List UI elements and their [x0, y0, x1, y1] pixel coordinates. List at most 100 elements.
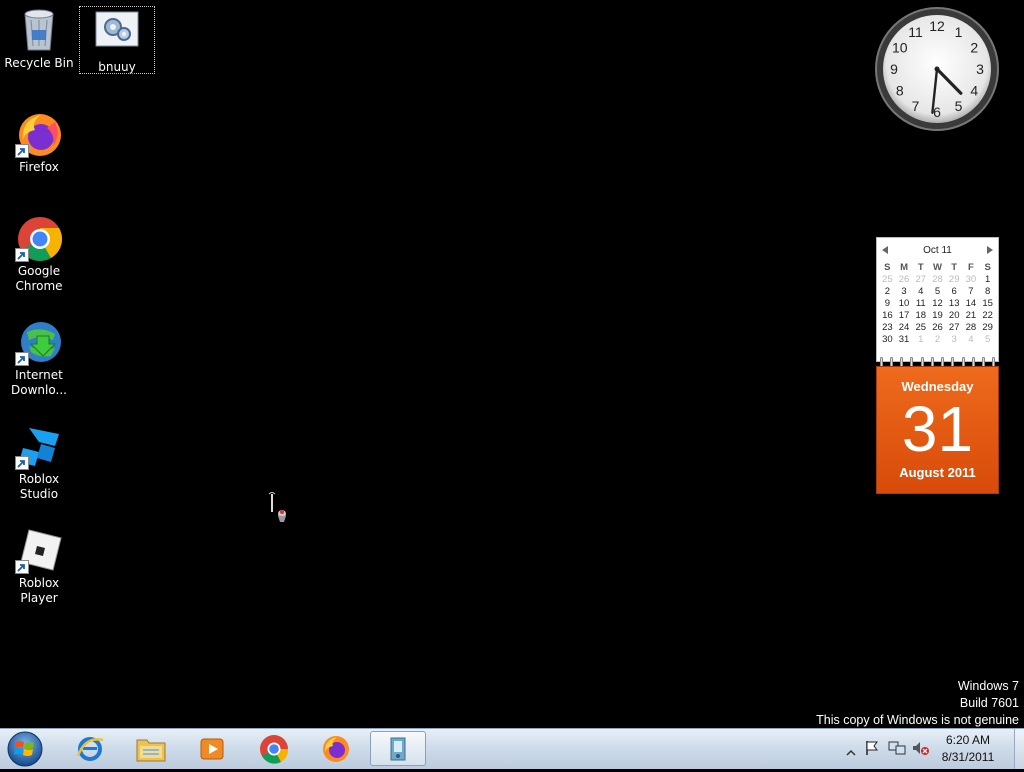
calendar-date-cell[interactable]: 8	[979, 286, 996, 297]
shortcut-arrow-icon	[15, 560, 29, 574]
taskbar-google-chrome[interactable]	[246, 731, 302, 766]
calendar-day-view[interactable]: Wednesday 31 August 2011	[876, 366, 999, 494]
calendar-date-cell[interactable]: 26	[929, 322, 946, 333]
desktop-icon-roblox-studio[interactable]: Roblox Studio	[0, 422, 78, 502]
calendar-date-cell[interactable]: 29	[946, 274, 963, 285]
calendar-date-cell[interactable]: 5	[979, 334, 996, 345]
desktop-icon-google-chrome[interactable]: Google Chrome	[0, 214, 78, 294]
clock-numeral: 10	[892, 40, 908, 56]
calendar-date-cell[interactable]: 28	[929, 274, 946, 285]
clock-numeral: 2	[970, 40, 978, 56]
calendar-date-cell[interactable]: 27	[912, 274, 929, 285]
calendar-date-cell[interactable]: 4	[912, 286, 929, 297]
calendar-date-cell[interactable]: 25	[912, 322, 929, 333]
calendar-date-cell[interactable]: 31	[896, 334, 913, 345]
calendar-date-cell[interactable]: 24	[896, 322, 913, 333]
recycle-bin-icon	[15, 6, 63, 54]
calendar-date-cell[interactable]: 20	[946, 310, 963, 321]
calendar-date-cell[interactable]: 29	[979, 322, 996, 333]
calendar-date-cell[interactable]: 7	[963, 286, 980, 297]
calendar-date-cell[interactable]: 28	[963, 322, 980, 333]
mouse-cursor-icon	[268, 491, 292, 528]
settings-file-icon	[93, 10, 141, 58]
clock-numeral: 1	[955, 24, 963, 40]
calendar-date-cell[interactable]: 10	[896, 298, 913, 309]
system-tray: 6:20 AM 8/31/2011	[838, 729, 1024, 769]
calendar-month-view[interactable]: Oct 11 S M T W T F S 25 26 27 28 29 30 1 2 3 4 5 6 7 8 9 10 11 1…	[876, 237, 999, 362]
clock-numeral: 9	[890, 61, 898, 77]
calendar-weekday-header: M	[900, 262, 909, 273]
taskbar-internet-explorer[interactable]	[62, 731, 118, 766]
calendar-date-cell[interactable]: 11	[912, 298, 929, 309]
calendar-weekday-header: S	[984, 262, 991, 273]
clock-numeral: 4	[970, 83, 978, 99]
calendar-date-cell[interactable]: 18	[912, 310, 929, 321]
previous-month-icon[interactable]	[882, 246, 888, 254]
firefox-icon	[15, 110, 63, 158]
calendar-date-cell[interactable]: 25	[879, 274, 896, 285]
watermark-line-build: Build 7601	[959, 696, 1019, 710]
calendar-date-cell[interactable]: 1	[912, 334, 929, 345]
calendar-date-cell[interactable]: 30	[879, 334, 896, 345]
desktop-icon-firefox[interactable]: Firefox	[0, 110, 78, 175]
desktop-icon-internet-download-manager[interactable]: Internet Downlo...	[0, 318, 78, 398]
calendar-date-cell[interactable]: 26	[896, 274, 913, 285]
calendar-date-cell[interactable]: 19	[929, 310, 946, 321]
desktop-icon-recycle-bin[interactable]: Recycle Bin	[0, 6, 78, 71]
taskbar-media-player[interactable]	[184, 731, 240, 766]
calendar-date-cell[interactable]: 23	[879, 322, 896, 333]
calendar-date-cell[interactable]: 15	[979, 298, 996, 309]
show-desktop-button[interactable]	[1014, 729, 1024, 769]
chrome-icon	[260, 734, 289, 764]
calendar-date-cell[interactable]: 4	[963, 334, 980, 345]
taskbar-windows-explorer[interactable]	[123, 731, 179, 766]
calendar-month-year: August 2011	[899, 465, 976, 480]
start-button[interactable]	[5, 730, 45, 768]
calendar-date-cell[interactable]: 27	[946, 322, 963, 333]
calendar-date-cell[interactable]: 6	[946, 286, 963, 297]
clock-numeral: 3	[976, 61, 984, 77]
calendar-date-cell[interactable]: 22	[979, 310, 996, 321]
desktop-icon-roblox-player[interactable]: Roblox Player	[0, 526, 78, 606]
desktop-icon-bnuuy[interactable]: bnuuy	[78, 10, 156, 75]
clock-gadget[interactable]: 12 1 2 3 4 5 6 7 8 9 10 11	[874, 6, 1000, 132]
network-icon[interactable]	[888, 740, 906, 760]
chrome-icon	[15, 214, 63, 262]
show-hidden-icons-icon[interactable]	[846, 743, 856, 762]
calendar-date-cell[interactable]: 30	[963, 274, 980, 285]
desktop-icon-label: bnuuy	[98, 60, 136, 74]
calendar-weekday-header: T	[951, 262, 958, 273]
internet-explorer-icon	[76, 736, 104, 761]
calendar-date-cell[interactable]: 13	[946, 298, 963, 309]
calendar-date-cell[interactable]: 3	[896, 286, 913, 297]
calendar-date-cell[interactable]: 17	[896, 310, 913, 321]
calendar-weekday-header: F	[968, 262, 974, 273]
calendar-date-cell[interactable]: 16	[879, 310, 896, 321]
calendar-month-label: Oct 11	[923, 244, 952, 256]
roblox-player-icon	[15, 526, 63, 574]
calendar-date-cell[interactable]: 5	[929, 286, 946, 297]
calendar-date-cell[interactable]: 21	[963, 310, 980, 321]
taskbar-firefox[interactable]	[308, 731, 364, 766]
windows-logo-icon	[7, 731, 43, 767]
calendar-date-cell[interactable]: 9	[879, 298, 896, 309]
clock-numeral: 5	[955, 98, 963, 114]
taskbar-active-app[interactable]	[370, 731, 426, 766]
desktop-icon-label: Google Chrome	[15, 264, 63, 293]
calendar-date-cell[interactable]: 12	[929, 298, 946, 309]
desktop-icon-label: Roblox Studio	[18, 472, 60, 501]
calendar-date-cell[interactable]: 1	[979, 274, 996, 285]
desktop-icon-label: Recycle Bin	[4, 56, 74, 70]
calendar-date-cell[interactable]: 3	[946, 334, 963, 345]
action-center-flag-icon[interactable]	[864, 740, 880, 760]
calendar-weekday: Wednesday	[901, 379, 974, 394]
windows-watermark: Windows 7 Build 7601 This copy of Window…	[816, 678, 1019, 729]
next-month-icon[interactable]	[987, 246, 993, 254]
calendar-date-cell[interactable]: 2	[879, 286, 896, 297]
calendar-date-cell[interactable]: 2	[929, 334, 946, 345]
tray-clock[interactable]: 6:20 AM 8/31/2011	[928, 732, 1008, 766]
roblox-studio-icon	[15, 422, 63, 470]
shortcut-arrow-icon	[15, 456, 29, 470]
calendar-date-cell[interactable]: 14	[963, 298, 980, 309]
clock-numeral: 12	[929, 18, 945, 34]
